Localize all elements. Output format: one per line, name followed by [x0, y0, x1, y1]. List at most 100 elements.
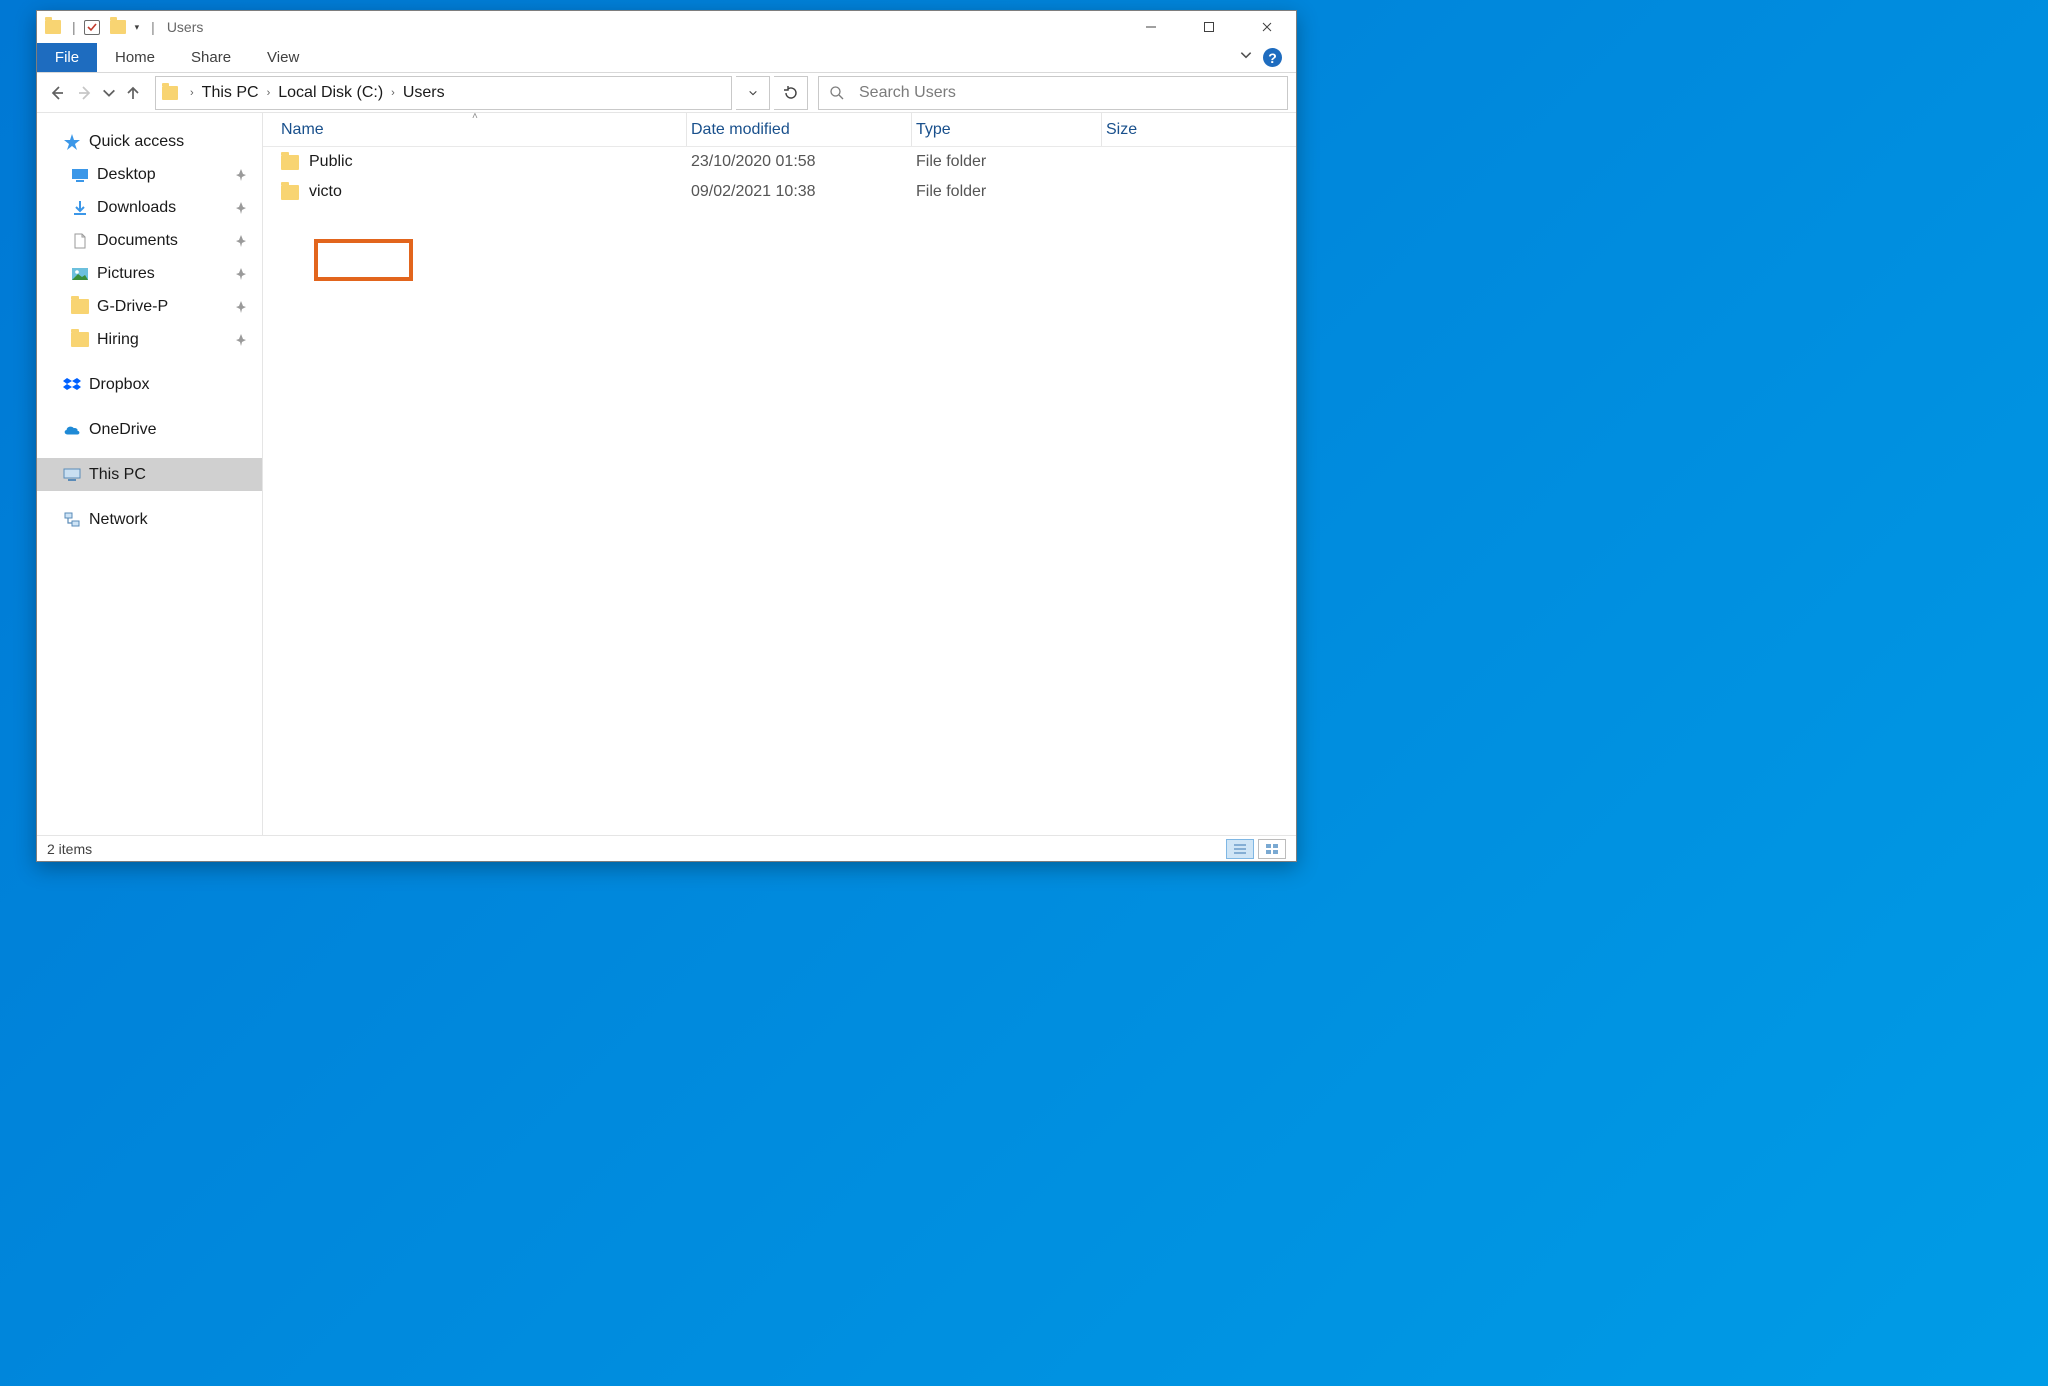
file-name: Public [309, 153, 353, 171]
sort-indicator-icon: ˄ [472, 111, 478, 122]
column-header-date[interactable]: Date modified [687, 113, 912, 146]
pin-icon [234, 333, 248, 347]
separator: | [72, 19, 76, 35]
folder-icon [71, 299, 89, 315]
column-headers: Name ˄ Date modified Type Size [263, 113, 1296, 147]
details-view-button[interactable] [1226, 839, 1254, 859]
sidebar-item-label: Quick access [89, 133, 184, 151]
sidebar-this-pc[interactable]: This PC [37, 458, 262, 491]
sidebar-item-label: OneDrive [89, 421, 157, 439]
ribbon-collapse-icon[interactable] [1239, 48, 1253, 67]
list-item[interactable]: Public 23/10/2020 01:58 File folder [263, 147, 1296, 177]
file-type: File folder [916, 183, 1106, 201]
sidebar-item-documents[interactable]: Documents [37, 224, 262, 257]
sidebar-item-desktop[interactable]: Desktop [37, 158, 262, 191]
pin-icon [234, 234, 248, 248]
sidebar-item-gdrivep[interactable]: G-Drive-P [37, 290, 262, 323]
maximize-button[interactable] [1180, 11, 1238, 43]
chevron-right-icon[interactable]: › [190, 87, 194, 99]
network-icon [63, 512, 81, 528]
tab-view[interactable]: View [249, 43, 317, 72]
file-date: 09/02/2021 10:38 [691, 183, 916, 201]
back-button[interactable] [45, 81, 69, 105]
breadcrumb-segment[interactable]: Local Disk (C:) [278, 84, 383, 102]
folder-icon [45, 20, 61, 34]
sidebar-item-label: Pictures [97, 265, 155, 283]
sidebar-onedrive[interactable]: OneDrive [37, 413, 262, 446]
pin-icon [234, 300, 248, 314]
refresh-button[interactable] [774, 76, 808, 110]
sidebar-dropbox[interactable]: Dropbox [37, 368, 262, 401]
search-input[interactable]: Search Users [818, 76, 1288, 110]
ribbon: File Home Share View ? [37, 43, 1296, 73]
window-title: Users [167, 19, 204, 35]
address-bar[interactable]: › This PC › Local Disk (C:) › Users [155, 76, 732, 110]
navigation-bar: › This PC › Local Disk (C:) › Users Sear… [37, 73, 1296, 113]
list-item[interactable]: victo 09/02/2021 10:38 File folder [263, 177, 1296, 207]
sidebar-network[interactable]: Network [37, 503, 262, 536]
sidebar-item-label: Dropbox [89, 376, 149, 394]
sidebar-item-label: G-Drive-P [97, 298, 168, 316]
explorer-body: Quick access Desktop Downloads Documents… [37, 113, 1296, 835]
file-tab[interactable]: File [37, 43, 97, 72]
folder-icon [162, 86, 178, 100]
item-count: 2 items [47, 841, 92, 857]
forward-button[interactable] [73, 81, 97, 105]
sidebar-item-label: Desktop [97, 166, 156, 184]
navigation-pane: Quick access Desktop Downloads Documents… [37, 113, 263, 835]
up-button[interactable] [121, 81, 145, 105]
onedrive-icon [63, 422, 81, 438]
minimize-button[interactable] [1122, 11, 1180, 43]
dropbox-icon [63, 377, 81, 393]
separator: | [151, 19, 155, 35]
this-pc-icon [63, 467, 81, 483]
properties-qat-icon[interactable] [84, 20, 100, 35]
recent-locations-dropdown[interactable] [101, 81, 117, 105]
star-icon [63, 134, 81, 150]
tab-home[interactable]: Home [97, 43, 173, 72]
column-header-size[interactable]: Size [1102, 113, 1296, 146]
folder-icon [281, 185, 299, 200]
file-date: 23/10/2020 01:58 [691, 153, 916, 171]
file-explorer-window: | ▾ | Users File Home Share View [36, 10, 1297, 862]
downloads-icon [71, 200, 89, 216]
large-icons-view-button[interactable] [1258, 839, 1286, 859]
sidebar-item-downloads[interactable]: Downloads [37, 191, 262, 224]
sidebar-item-label: Network [89, 511, 148, 529]
file-type: File folder [916, 153, 1106, 171]
tab-share[interactable]: Share [173, 43, 249, 72]
title-bar: | ▾ | Users [37, 11, 1296, 43]
sidebar-quick-access[interactable]: Quick access [37, 125, 262, 158]
folder-icon [281, 155, 299, 170]
file-name: victo [309, 183, 342, 201]
column-header-type[interactable]: Type [912, 113, 1102, 146]
pictures-icon [71, 266, 89, 282]
chevron-right-icon[interactable]: › [267, 87, 271, 99]
view-mode-toggles [1226, 839, 1286, 859]
documents-icon [71, 233, 89, 249]
window-controls [1122, 11, 1296, 43]
address-history-dropdown[interactable] [736, 76, 770, 110]
search-placeholder: Search Users [859, 84, 956, 102]
column-header-name[interactable]: Name ˄ [277, 113, 687, 146]
help-icon[interactable]: ? [1263, 48, 1282, 67]
qat-dropdown-icon[interactable]: ▾ [135, 22, 140, 33]
sidebar-item-hiring[interactable]: Hiring [37, 323, 262, 356]
sidebar-item-label: This PC [89, 466, 146, 484]
file-list-area: Name ˄ Date modified Type Size Public 23… [263, 113, 1296, 835]
sidebar-item-label: Hiring [97, 331, 139, 349]
sidebar-item-label: Documents [97, 232, 178, 250]
quick-access-toolbar: | ▾ | [45, 19, 157, 35]
sidebar-item-label: Downloads [97, 199, 176, 217]
folder-icon[interactable] [110, 20, 126, 34]
search-icon [829, 85, 845, 101]
close-button[interactable] [1238, 11, 1296, 43]
breadcrumb-segment[interactable]: Users [403, 84, 445, 102]
sidebar-item-pictures[interactable]: Pictures [37, 257, 262, 290]
breadcrumb-segment[interactable]: This PC [202, 84, 259, 102]
pin-icon [234, 168, 248, 182]
status-bar: 2 items [37, 835, 1296, 861]
folder-icon [71, 332, 89, 348]
pin-icon [234, 267, 248, 281]
chevron-right-icon[interactable]: › [391, 87, 395, 99]
